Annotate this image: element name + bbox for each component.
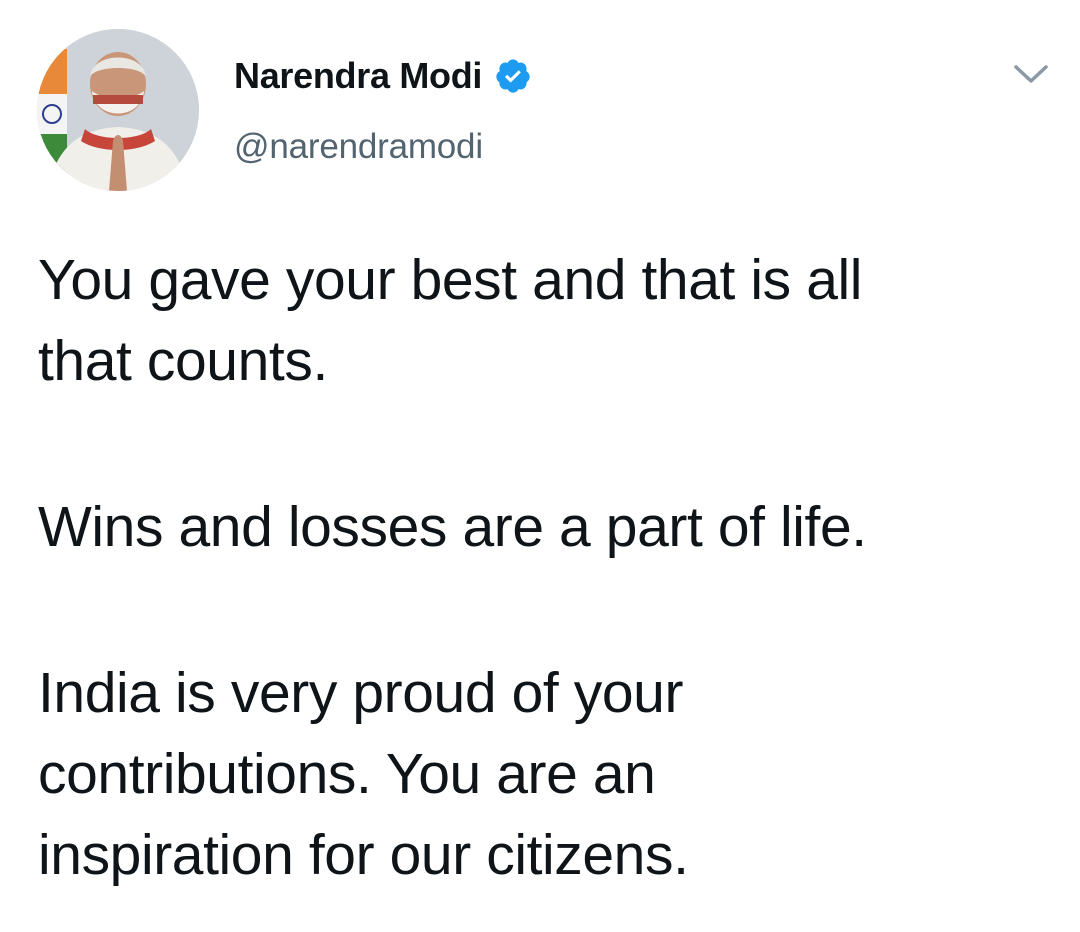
- tweet-paragraph: Wins and losses are a part of life.: [38, 487, 1048, 568]
- tweet-line: contributions. You are an: [38, 742, 656, 806]
- tweet-line: India is very proud of your: [38, 661, 684, 725]
- author-name-row[interactable]: Narendra Modi: [234, 53, 532, 99]
- tweet-line: Wins and losses are a part of life.: [38, 495, 867, 559]
- tweet-paragraph: You gave your best and that is all that …: [38, 240, 1048, 402]
- profile-photo: [37, 29, 199, 191]
- tweet-paragraph: India is very proud of your contribution…: [38, 653, 1048, 896]
- author-display-name[interactable]: Narendra Modi: [234, 55, 482, 97]
- tweet-line: inspiration for our citizens.: [38, 823, 689, 887]
- chevron-down-icon[interactable]: [1010, 58, 1052, 88]
- tweet-card: Narendra Modi @narendramodi You gave you…: [0, 0, 1080, 932]
- tweet-text: You gave your best and that is all that …: [38, 240, 1048, 896]
- verified-badge-icon: [494, 57, 532, 95]
- tweet-line: that counts.: [38, 329, 328, 393]
- tweet-line: You gave your best and that is all: [38, 248, 863, 312]
- avatar[interactable]: [37, 29, 199, 191]
- author-handle[interactable]: @narendramodi: [234, 127, 483, 167]
